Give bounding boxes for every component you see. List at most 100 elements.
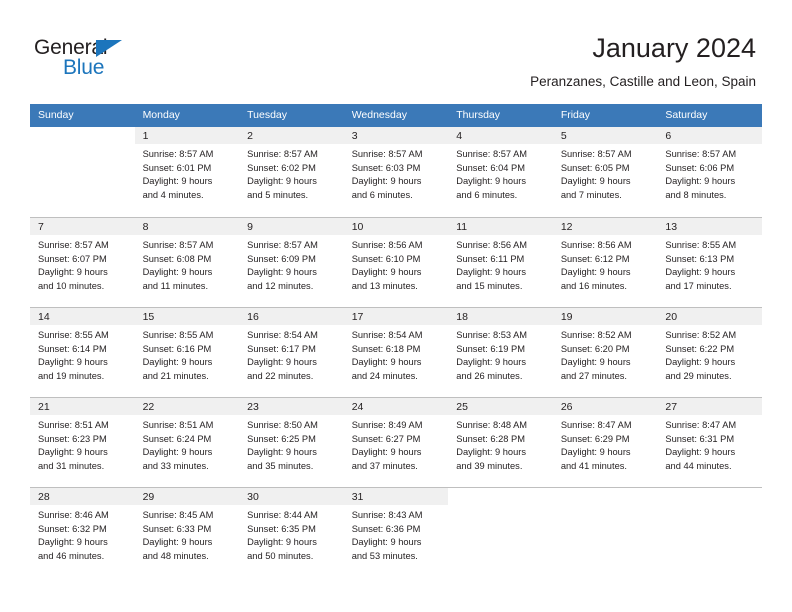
day-detail-line: Daylight: 9 hours: [456, 267, 527, 278]
day-detail-lines: Sunrise: 8:54 AM Sunset: 6:17 PM Daylight:…: [239, 325, 344, 383]
day-detail-line: Sunrise: 8:44 AM: [247, 510, 318, 520]
day-detail-line: Sunset: 6:19 PM: [456, 343, 525, 354]
calendar-day-23[interactable]: 23 Sunrise: 8:50 AM Sunset: 6:25 PM Dayligh…: [239, 397, 344, 487]
day-detail-line: and 44 minutes.: [665, 460, 732, 471]
day-detail-line: Sunset: 6:32 PM: [38, 523, 107, 534]
calendar-day-7[interactable]: 7 Sunrise: 8:57 AM Sunset: 6:07 PM Daylight…: [30, 217, 135, 307]
weekday-header-monday: Monday: [134, 104, 240, 127]
day-number: 14: [30, 308, 135, 325]
calendar-day-15[interactable]: 15 Sunrise: 8:55 AM Sunset: 6:16 PM Dayligh…: [134, 307, 240, 397]
general-blue-logo[interactable]: General Blue: [34, 36, 164, 82]
day-detail-line: Sunset: 6:24 PM: [142, 433, 212, 444]
weekday-header-tuesday: Tuesday: [239, 104, 344, 127]
day-detail-line: Sunset: 6:36 PM: [351, 523, 421, 534]
calendar-day-13[interactable]: 13 Sunrise: 8:55 AM Sunset: 6:13 PM Dayligh…: [657, 217, 762, 307]
day-detail-lines: Sunrise: 8:48 AM Sunset: 6:28 PM Daylight:…: [448, 415, 553, 473]
day-detail-line: and 5 minutes.: [247, 189, 309, 200]
day-detail-lines: Sunrise: 8:46 AM Sunset: 6:32 PM Daylight:…: [30, 505, 135, 563]
calendar-cell: 26 Sunrise: 8:47 AM Sunset: 6:29 PM Dayligh…: [552, 397, 658, 487]
calendar-day-1[interactable]: 1 Sunrise: 8:57 AM Sunset: 6:01 PM Daylight…: [134, 127, 240, 217]
calendar-day-9[interactable]: 9 Sunrise: 8:57 AM Sunset: 6:09 PM Daylight…: [239, 217, 344, 307]
day-detail-line: Daylight: 9 hours: [247, 537, 317, 548]
day-detail-line: Daylight: 9 hours: [351, 176, 422, 187]
day-detail-line: Daylight: 9 hours: [38, 447, 108, 458]
calendar-day-18[interactable]: 18 Sunrise: 8:53 AM Sunset: 6:19 PM Dayligh…: [448, 307, 553, 397]
calendar-day-19[interactable]: 19 Sunrise: 8:52 AM Sunset: 6:20 PM Dayligh…: [552, 307, 658, 397]
day-detail-line: Daylight: 9 hours: [560, 357, 631, 368]
page-subtitle: Peranzanes, Castille and Leon, Spain: [530, 74, 756, 89]
calendar-grid: Sunday Monday Tuesday Wednesday Thursday Frid…: [30, 104, 762, 577]
day-detail-line: and 33 minutes.: [142, 460, 209, 471]
day-detail-line: Sunset: 6:07 PM: [38, 253, 107, 264]
day-detail-lines: Sunrise: 8:57 AM Sunset: 6:02 PM Daylight:…: [239, 144, 344, 202]
calendar-day-16[interactable]: 16 Sunrise: 8:54 AM Sunset: 6:17 PM Dayligh…: [239, 307, 344, 397]
day-detail-line: Sunset: 6:33 PM: [142, 523, 212, 534]
calendar-cell: 2 Sunrise: 8:57 AM Sunset: 6:02 PM Daylight…: [239, 127, 344, 217]
day-detail-line: Sunset: 6:10 PM: [351, 253, 421, 264]
calendar-day-25[interactable]: 25 Sunrise: 8:48 AM Sunset: 6:28 PM Dayligh…: [448, 397, 553, 487]
calendar-day-10[interactable]: 10 Sunrise: 8:56 AM Sunset: 6:10 PM Dayligh…: [343, 217, 449, 307]
day-detail-line: Sunrise: 8:57 AM: [142, 149, 214, 159]
calendar-cell: 21 Sunrise: 8:51 AM Sunset: 6:23 PM Dayligh…: [30, 397, 135, 487]
day-detail-line: Daylight: 9 hours: [142, 267, 213, 278]
day-detail-lines: [553, 505, 658, 509]
day-number: 22: [134, 398, 240, 415]
calendar-cell: 9 Sunrise: 8:57 AM Sunset: 6:09 PM Daylight…: [239, 217, 344, 307]
day-detail-line: and 29 minutes.: [665, 370, 732, 381]
day-detail-line: Sunset: 6:29 PM: [560, 433, 630, 444]
calendar-day-6[interactable]: 6 Sunrise: 8:57 AM Sunset: 6:06 PM Daylight…: [657, 127, 762, 217]
calendar-day-28[interactable]: 28 Sunrise: 8:46 AM Sunset: 6:32 PM Dayligh…: [30, 487, 135, 577]
calendar-day-11[interactable]: 11 Sunrise: 8:56 AM Sunset: 6:11 PM Dayligh…: [448, 217, 553, 307]
day-detail-line: Daylight: 9 hours: [456, 357, 527, 368]
day-detail-lines: Sunrise: 8:53 AM Sunset: 6:19 PM Daylight:…: [448, 325, 553, 383]
day-number: 16: [239, 308, 344, 325]
day-detail-line: Sunset: 6:18 PM: [351, 343, 421, 354]
day-detail-line: Sunrise: 8:46 AM: [38, 510, 109, 520]
day-detail-line: Sunrise: 8:53 AM: [456, 330, 528, 340]
calendar-day-2[interactable]: 2 Sunrise: 8:57 AM Sunset: 6:02 PM Daylight…: [239, 127, 344, 217]
day-detail-line: Daylight: 9 hours: [351, 447, 422, 458]
day-detail-line: and 8 minutes.: [665, 189, 727, 200]
day-detail-lines: Sunrise: 8:54 AM Sunset: 6:18 PM Daylight:…: [344, 325, 449, 383]
day-detail-line: Sunrise: 8:54 AM: [247, 330, 318, 340]
day-detail-line: Daylight: 9 hours: [142, 447, 213, 458]
calendar-day-20[interactable]: 20 Sunrise: 8:52 AM Sunset: 6:22 PM Dayligh…: [657, 307, 762, 397]
day-detail-lines: Sunrise: 8:45 AM Sunset: 6:33 PM Daylight:…: [135, 505, 240, 563]
calendar-day-14[interactable]: 14 Sunrise: 8:55 AM Sunset: 6:14 PM Dayligh…: [30, 307, 135, 397]
day-number: 3: [343, 127, 449, 144]
day-detail-line: Sunrise: 8:43 AM: [351, 510, 423, 520]
calendar-day-21[interactable]: 21 Sunrise: 8:51 AM Sunset: 6:23 PM Dayligh…: [30, 397, 135, 487]
day-detail-line: and 37 minutes.: [351, 460, 418, 471]
day-detail-line: Sunset: 6:04 PM: [456, 162, 525, 173]
day-detail-line: and 12 minutes.: [247, 280, 314, 291]
calendar-day-3[interactable]: 3 Sunrise: 8:57 AM Sunset: 6:03 PM Daylight…: [343, 127, 449, 217]
day-detail-lines: Sunrise: 8:51 AM Sunset: 6:24 PM Daylight:…: [135, 415, 240, 473]
day-detail-lines: Sunrise: 8:47 AM Sunset: 6:29 PM Daylight:…: [553, 415, 658, 473]
calendar-day-22[interactable]: 22 Sunrise: 8:51 AM Sunset: 6:24 PM Dayligh…: [134, 397, 240, 487]
calendar-day-29[interactable]: 29 Sunrise: 8:45 AM Sunset: 6:33 PM Dayligh…: [134, 487, 240, 577]
calendar-day-5[interactable]: 5 Sunrise: 8:57 AM Sunset: 6:05 PM Daylight…: [552, 127, 658, 217]
day-detail-lines: Sunrise: 8:49 AM Sunset: 6:27 PM Daylight:…: [344, 415, 449, 473]
day-detail-line: Sunset: 6:12 PM: [560, 253, 630, 264]
calendar-cell: 5 Sunrise: 8:57 AM Sunset: 6:05 PM Daylight…: [552, 127, 658, 217]
calendar-day-24[interactable]: 24 Sunrise: 8:49 AM Sunset: 6:27 PM Dayligh…: [343, 397, 449, 487]
calendar-day-30[interactable]: 30 Sunrise: 8:44 AM Sunset: 6:35 PM Dayligh…: [239, 487, 344, 577]
calendar-day-26[interactable]: 26 Sunrise: 8:47 AM Sunset: 6:29 PM Dayligh…: [552, 397, 658, 487]
day-detail-line: Daylight: 9 hours: [665, 176, 736, 187]
day-detail-line: and 7 minutes.: [560, 189, 622, 200]
day-number: 24: [343, 398, 449, 415]
calendar-day-4[interactable]: 4 Sunrise: 8:57 AM Sunset: 6:04 PM Daylight…: [448, 127, 553, 217]
day-detail-line: Sunset: 6:25 PM: [247, 433, 316, 444]
day-detail-lines: Sunrise: 8:57 AM Sunset: 6:01 PM Daylight:…: [135, 144, 240, 202]
calendar-day-12[interactable]: 12 Sunrise: 8:56 AM Sunset: 6:12 PM Dayligh…: [552, 217, 658, 307]
calendar-day-27[interactable]: 27 Sunrise: 8:47 AM Sunset: 6:31 PM Dayligh…: [657, 397, 762, 487]
calendar-day-8[interactable]: 8 Sunrise: 8:57 AM Sunset: 6:08 PM Daylight…: [134, 217, 240, 307]
calendar-day-17[interactable]: 17 Sunrise: 8:54 AM Sunset: 6:18 PM Dayligh…: [343, 307, 449, 397]
day-number: 7: [30, 218, 135, 235]
day-detail-lines: Sunrise: 8:56 AM Sunset: 6:10 PM Daylight:…: [344, 235, 449, 293]
calendar-day-31[interactable]: 31 Sunrise: 8:43 AM Sunset: 6:36 PM Dayligh…: [343, 487, 449, 577]
day-detail-line: and 31 minutes.: [38, 460, 105, 471]
day-detail-lines: Sunrise: 8:57 AM Sunset: 6:09 PM Daylight:…: [239, 235, 344, 293]
calendar-cell: 27 Sunrise: 8:47 AM Sunset: 6:31 PM Dayligh…: [657, 397, 762, 487]
calendar-cell: 22 Sunrise: 8:51 AM Sunset: 6:24 PM Dayligh…: [134, 397, 240, 487]
